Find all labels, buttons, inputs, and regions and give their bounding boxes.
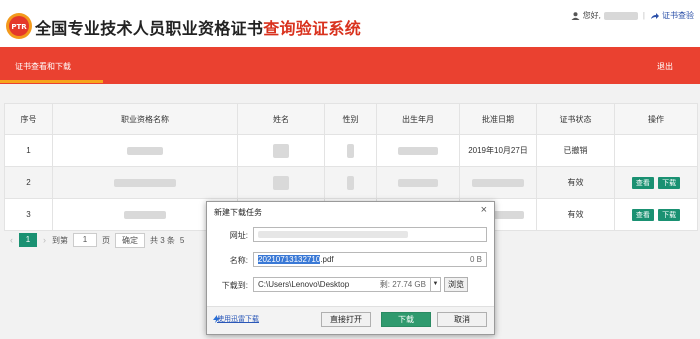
filename-field[interactable]: 20210713132710.pdf 0 B [253, 252, 487, 267]
view-button[interactable]: 查看 [631, 208, 654, 221]
free-space: 剩: 27.74 GB [379, 280, 426, 289]
filename-extension: .pdf [320, 255, 334, 264]
main-nav: 证书查看和下载 退出 [0, 47, 700, 84]
col-header-gender: 性别 [324, 103, 377, 135]
birth-redacted [376, 134, 460, 167]
approval-date-redacted [459, 166, 537, 199]
col-header-qualification: 职业资格名称 [52, 103, 238, 135]
row-index: 3 [4, 198, 53, 231]
name-redacted [237, 134, 325, 167]
page-input[interactable]: 1 [73, 233, 97, 247]
download-button[interactable]: 下载 [658, 176, 681, 189]
col-header-name: 姓名 [237, 103, 325, 135]
cancel-button[interactable]: 取消 [437, 312, 487, 327]
svg-text:PTR: PTR [11, 23, 27, 31]
row-index: 2 [4, 166, 53, 199]
col-header-index: 序号 [4, 103, 53, 135]
download-button[interactable]: 下载 [658, 208, 681, 221]
actions-cell: 查看 下载 [614, 166, 698, 199]
page-size-select[interactable]: 5 [180, 236, 184, 245]
divider: | [642, 11, 645, 20]
dialog-title: 新建下载任务 [214, 208, 262, 217]
url-label: 网址: [229, 231, 248, 240]
active-tab-indicator [0, 80, 103, 83]
file-size: 0 B [469, 255, 482, 264]
cert-check-link[interactable]: 证书查验 [662, 10, 694, 21]
name-redacted [237, 166, 325, 199]
table-row: 2 有效 查看 下载 [4, 166, 698, 199]
pagination: ‹ 1 › 到第 1 页 确定 共 3 条 5 [4, 230, 184, 250]
col-header-status: 证书状态 [536, 103, 615, 135]
site-header: PTR 全国专业技术人员职业资格证书查询验证系统 您好, | 证书查验 [0, 0, 700, 47]
col-header-approval-date: 批准日期 [459, 103, 537, 135]
open-directly-button[interactable]: 直接打开 [321, 312, 371, 327]
birth-redacted [376, 166, 460, 199]
table-header-row: 序号 职业资格名称 姓名 性别 出生年月 批准日期 证书状态 操作 [4, 103, 698, 135]
total-count: 共 3 条 [150, 235, 175, 245]
approval-date: 2019年10月27日 [459, 134, 537, 167]
page-unit-label: 页 [102, 235, 110, 245]
thunder-download-link[interactable]: 使用迅雷下载 [217, 314, 259, 324]
qualification-redacted [52, 166, 238, 199]
ptr-logo: PTR [6, 13, 32, 39]
status-badge: 有效 [536, 166, 615, 199]
path-dropdown-icon[interactable]: ▼ [430, 277, 441, 292]
actions-cell: 查看 下载 [614, 198, 698, 231]
download-dialog: 新建下载任务 × 网址: 名称: 20210713132710.pdf 0 B … [206, 201, 495, 335]
browse-button[interactable]: 浏览 [444, 277, 468, 292]
qualification-redacted [52, 134, 238, 167]
save-path: C:\Users\Lenovo\Desktop [258, 280, 350, 289]
logout-link[interactable]: 退出 [657, 61, 673, 72]
share-arrow-icon [651, 12, 659, 19]
page-current[interactable]: 1 [19, 233, 37, 247]
row-index: 1 [4, 134, 53, 167]
prev-page-icon[interactable]: ‹ [10, 235, 13, 245]
view-button[interactable]: 查看 [631, 176, 654, 189]
gender-redacted [324, 166, 377, 199]
table-row: 1 2019年10月27日 已撤销 [4, 134, 698, 167]
site-title: 全国专业技术人员职业资格证书查询验证系统 [35, 19, 362, 38]
goto-confirm-button[interactable]: 确定 [115, 232, 145, 248]
goto-label: 到第 [52, 235, 68, 245]
url-field[interactable] [253, 227, 487, 242]
user-area: 您好, | 证书查验 [571, 10, 694, 21]
col-header-actions: 操作 [614, 103, 698, 135]
filename-selection: 20210713132710 [258, 255, 321, 264]
saveto-label: 下载到: [221, 281, 248, 290]
user-icon [571, 11, 580, 20]
next-page-icon[interactable]: › [43, 235, 46, 245]
col-header-birth: 出生年月 [376, 103, 460, 135]
status-badge: 有效 [536, 198, 615, 231]
actions-cell [614, 134, 698, 167]
confirm-download-button[interactable]: 下载 [381, 312, 431, 327]
name-label: 名称: [229, 256, 248, 265]
username-redacted [603, 11, 638, 20]
status-badge: 已撤销 [536, 134, 615, 167]
save-path-field[interactable]: C:\Users\Lenovo\Desktop 剩: 27.74 GB [253, 277, 431, 292]
greeting-text: 您好, [582, 11, 601, 20]
tab-cert-view-download[interactable]: 证书查看和下载 [15, 61, 71, 72]
gender-redacted [324, 134, 377, 167]
close-icon[interactable]: × [481, 204, 487, 216]
